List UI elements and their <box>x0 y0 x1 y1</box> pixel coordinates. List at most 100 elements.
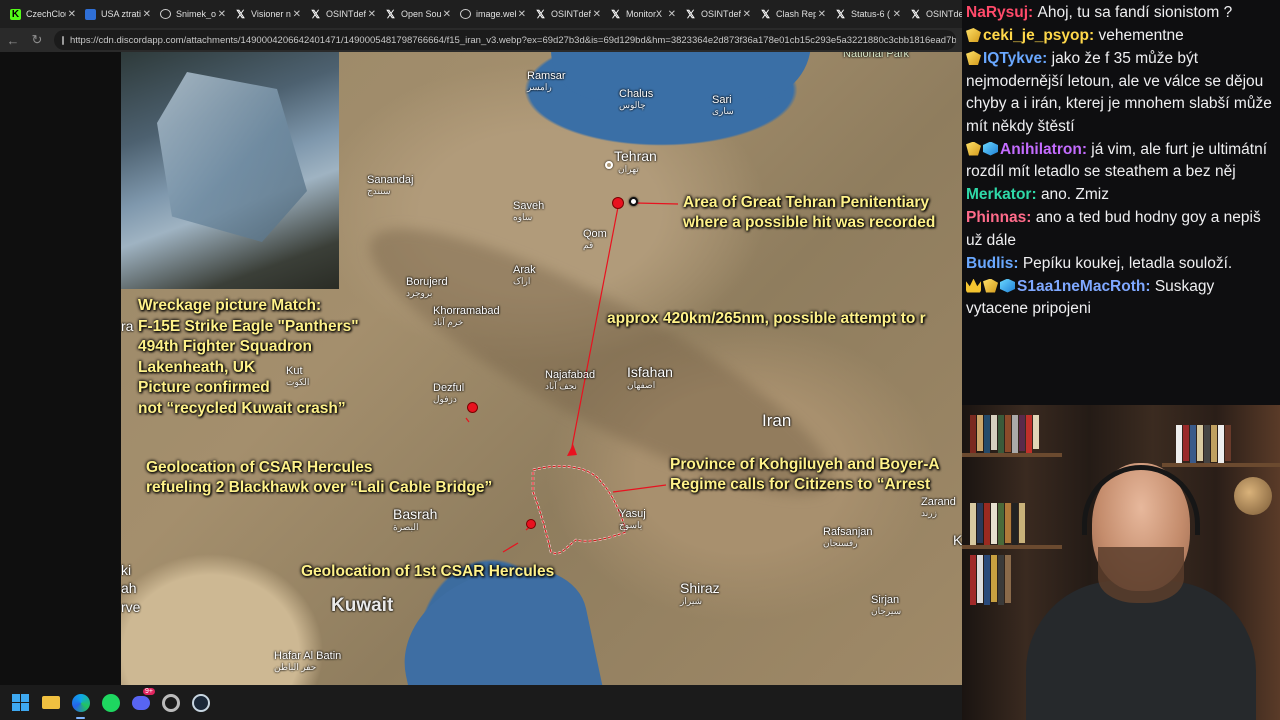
browser-tab[interactable]: 𝕏 Visioner n ✕ <box>231 0 306 28</box>
tab-close-icon[interactable]: ✕ <box>293 9 301 20</box>
chat-username[interactable]: IQTykve <box>983 50 1042 67</box>
place-name: ra <box>121 318 134 334</box>
tab-close-icon[interactable]: ✕ <box>593 9 601 20</box>
reload-icon[interactable]: ↻ <box>30 32 44 48</box>
steam-icon[interactable] <box>190 692 211 713</box>
place-name-native: خرم آباد <box>433 317 464 327</box>
chrome-icon[interactable] <box>160 692 181 713</box>
note-line: Area of Great Tehran Penitentiary <box>683 194 930 211</box>
browser-tab[interactable]: 𝕏 OSINTdefe✕ <box>306 0 381 28</box>
place-name-native: زرند <box>921 508 937 518</box>
place-national-park: National Park <box>843 52 909 60</box>
browser-tab[interactable]: K CzechClou ✕ <box>6 0 81 28</box>
discord-icon[interactable]: 9+ <box>130 688 155 713</box>
place-name-native: تهران <box>618 164 639 174</box>
chat-username[interactable]: ceki_je_psyop <box>983 27 1089 44</box>
cube-badge-icon <box>1000 278 1015 293</box>
tab-close-icon[interactable]: ✕ <box>68 9 76 20</box>
edge-icon[interactable] <box>70 692 91 719</box>
browser-tab[interactable]: 𝕏OSINTde✕ <box>906 0 962 28</box>
tab-close-icon[interactable]: ✕ <box>818 9 826 20</box>
chat-username[interactable]: Merkator <box>966 186 1031 203</box>
chat-text: Ahoj, tu sa fandí sionistom ? <box>1037 4 1233 21</box>
note-province: Province of Kohgiluyeh and Boyer-A Regim… <box>670 455 940 495</box>
place-iran: Iran <box>762 411 791 431</box>
note-line: refueling 2 Blackhawk over “Lali Cable B… <box>146 479 493 496</box>
globe-decoration <box>1234 477 1272 515</box>
place-name: ah <box>121 580 137 596</box>
place-name: Dezful <box>433 382 465 394</box>
chat-username[interactable]: S1aa1neMacRoth <box>1017 278 1145 295</box>
browser-tab[interactable]: image.web ✕ <box>456 0 531 28</box>
chat-username[interactable]: Phinnas <box>966 209 1026 226</box>
tab-label: OSINTde <box>926 9 962 19</box>
chat-separator: : <box>1013 254 1023 272</box>
place-name: Isfahan <box>627 364 673 380</box>
tab-close-icon[interactable]: ✕ <box>518 9 526 20</box>
place-sirjan: Sirjan سیرجان <box>871 594 901 617</box>
place-borujerd: Borujerd بروجرد <box>406 276 448 299</box>
chat-username[interactable]: Budlis <box>966 255 1013 272</box>
browser-tab[interactable]: 𝕏 OSINTdefe✕ <box>681 0 756 28</box>
crown-badge-icon <box>966 278 981 293</box>
place-name: Sari <box>712 94 732 106</box>
place-name: Rafsanjan <box>823 526 873 538</box>
chat-message: Merkator: ano. Zmiz <box>966 184 1276 207</box>
browser-tab[interactable]: 𝕏 Status-6 (✕ <box>831 0 906 28</box>
tab-close-icon[interactable]: ✕ <box>668 9 676 20</box>
place-name: Sanandaj <box>367 174 414 186</box>
tab-close-icon[interactable]: ✕ <box>368 9 376 20</box>
x-icon: 𝕏 <box>611 8 620 21</box>
chat-separator: : <box>1028 4 1038 21</box>
browser-tab[interactable]: 𝕏 OSINTdefe✕ <box>531 0 606 28</box>
place-name-native: سنندج <box>367 186 391 196</box>
back-arrow-icon[interactable]: ← <box>6 33 20 48</box>
arrow-line <box>635 202 679 205</box>
place-name-native: رفسنجان <box>823 538 858 548</box>
chat-text: ano. Zmiz <box>1040 186 1109 203</box>
gold-badge-icon <box>966 141 981 156</box>
place-name-native: بروجرد <box>406 288 433 298</box>
place-name: Chalus <box>619 88 654 100</box>
chat-separator: : <box>1026 209 1036 226</box>
site-info-icon[interactable] <box>62 35 64 45</box>
browser-tab[interactable]: USA ztrati ✕ <box>81 0 156 28</box>
place-chalus: Chalus چالوس <box>619 88 653 111</box>
gold-badge-icon <box>983 278 998 293</box>
place-name-native: قم <box>583 240 594 250</box>
url-field[interactable]: https://cdn.discordapp.com/attachments/1… <box>54 30 956 50</box>
tab-label: OSINTdefe <box>701 9 741 19</box>
chat-username[interactable]: Anihilatron <box>1000 141 1082 158</box>
tab-close-icon[interactable]: ✕ <box>218 9 226 20</box>
tab-label: CzechClou <box>26 9 66 19</box>
first-csar-pin <box>526 519 536 529</box>
tab-label: Snimek_ob <box>176 9 216 19</box>
tab-label: Status-6 ( <box>851 9 891 19</box>
place-name: Basrah <box>393 506 438 522</box>
tab-close-icon[interactable]: ✕ <box>743 9 751 20</box>
note-line: Lakenheath, UK <box>138 358 256 376</box>
windows-start-icon[interactable] <box>10 692 31 713</box>
browser-tab[interactable]: 𝕏 Clash Repe✕ <box>756 0 831 28</box>
place-name: Sirjan <box>871 594 900 606</box>
place-name-native: اصفهان <box>627 380 656 390</box>
spotify-icon[interactable] <box>100 692 121 713</box>
file-explorer-icon[interactable] <box>40 692 61 713</box>
screen: KCzechClou✕USA ztrati✕Snimek_ob✕𝕏Visione… <box>0 0 1280 720</box>
tab-label: Open Sour <box>401 9 441 19</box>
place-name: Hafar Al Batin <box>274 650 342 662</box>
browser-tab[interactable]: 𝕏 Open Sour ✕ <box>381 0 456 28</box>
place-sanandaj: Sanandaj سنندج <box>367 174 414 197</box>
note-line: F-15E Strike Eagle "Panthers" <box>138 317 359 335</box>
note-csar-hercules: Geolocation of CSAR Hercules refueling 2… <box>146 458 492 498</box>
satellite-map-image: Tehran تهران Chalus چالوس Ramsar رامسر S… <box>121 52 962 685</box>
x-icon: 𝕏 <box>686 8 695 21</box>
browser-tab[interactable]: Snimek_ob✕ <box>156 0 231 28</box>
tab-close-icon[interactable]: ✕ <box>143 9 151 20</box>
place-name: Saveh <box>513 200 545 212</box>
tab-close-icon[interactable]: ✕ <box>893 9 901 20</box>
tab-close-icon[interactable]: ✕ <box>443 9 451 20</box>
browser-tab[interactable]: 𝕏 MonitorX ✕ <box>606 0 681 28</box>
chat-message: Anihilatron: já vim, ale furt je ultimát… <box>966 139 1276 184</box>
chat-username[interactable]: NaRysuj <box>966 4 1028 21</box>
